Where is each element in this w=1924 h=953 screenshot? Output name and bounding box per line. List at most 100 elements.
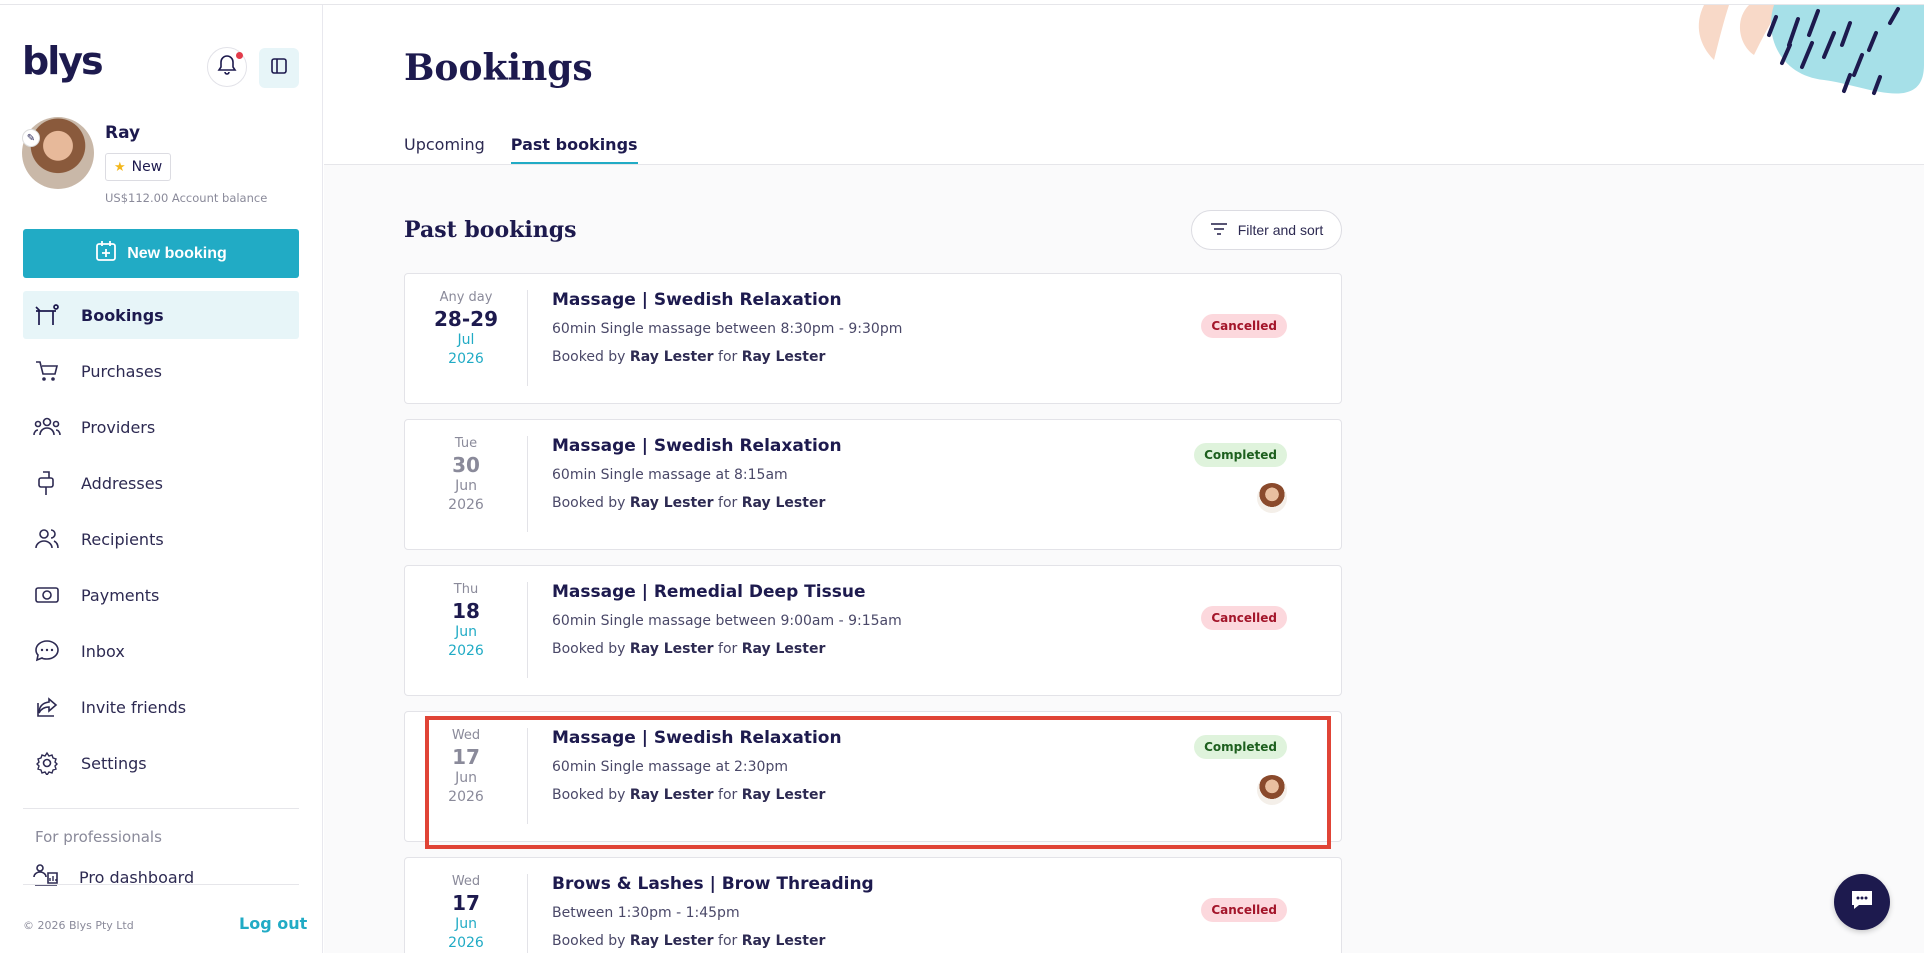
status-badge: Completed — [1194, 443, 1287, 467]
dashboard-icon — [33, 863, 59, 891]
for-word: for — [718, 933, 738, 949]
booking-dow: Any day — [439, 290, 493, 305]
sidebar-item-payments[interactable]: Payments — [23, 571, 299, 619]
booked-by-name: Ray Lester — [629, 349, 714, 365]
logout-link[interactable]: Log out — [239, 914, 307, 933]
booking-month: Jul — [457, 332, 475, 348]
sidebar-item-label: Settings — [81, 753, 147, 773]
booking-detail: 60min Single massage between 9:00am - 9:… — [552, 613, 902, 629]
booking-detail: Between 1:30pm - 1:45pm — [552, 905, 740, 921]
card-divider — [527, 436, 528, 532]
sidebar-item-providers[interactable]: Providers — [23, 403, 299, 451]
new-booking-button[interactable]: New booking — [23, 229, 299, 278]
sidebar-item-pro-dashboard[interactable]: Pro dashboard — [33, 863, 194, 891]
chat-support-button[interactable] — [1834, 874, 1890, 930]
sidebar-item-invite-friends[interactable]: Invite friends — [23, 683, 299, 731]
booking-year: 2026 — [448, 789, 484, 805]
booking-card[interactable]: Tue 30 Jun 2026 Massage | Swedish Relaxa… — [404, 419, 1342, 550]
booking-title: Massage | Swedish Relaxation — [552, 290, 842, 310]
for-word: for — [718, 349, 738, 365]
card-divider — [527, 582, 528, 678]
booking-day: 17 — [452, 891, 480, 915]
for-professionals-heading: For professionals — [35, 828, 162, 846]
copyright: © 2026 Blys Pty Ltd — [23, 919, 134, 932]
for-word: for — [718, 495, 738, 511]
booked-by-name: Ray Lester — [629, 787, 714, 803]
booking-month: Jun — [455, 624, 477, 640]
user-tier-label: New — [131, 159, 163, 175]
tab-upcoming[interactable]: Upcoming — [404, 135, 485, 165]
collapse-sidebar-button[interactable] — [259, 48, 299, 88]
for-word: for — [718, 787, 738, 803]
sidebar-toggle-icon — [270, 57, 288, 79]
booking-title: Brows & Lashes | Brow Threading — [552, 874, 874, 894]
sidebar: blys ✎ Ray ★ New US$112.00 Account balan… — [0, 5, 323, 953]
filter-and-sort-button[interactable]: Filter and sort — [1191, 210, 1342, 250]
sidebar-item-addresses[interactable]: Addresses — [23, 459, 299, 507]
sidebar-item-label: Inbox — [81, 641, 125, 661]
chat-icon — [1849, 888, 1875, 916]
notification-dot — [236, 52, 243, 59]
booking-date: Tue 30 Jun 2026 — [405, 436, 527, 515]
sidebar-item-label: Recipients — [81, 529, 164, 549]
provider-avatar[interactable] — [1257, 483, 1287, 513]
calendar-plus-icon — [95, 240, 117, 267]
booking-card[interactable]: Wed 17 Jun 2026 Massage | Swedish Relaxa… — [404, 711, 1342, 842]
booking-title: Massage | Swedish Relaxation — [552, 436, 842, 456]
booking-date: Thu 18 Jun 2026 — [405, 582, 527, 661]
booked-by-name: Ray Lester — [629, 933, 714, 949]
booking-dow: Wed — [451, 728, 481, 743]
booking-card[interactable]: Any day 28-29 Jul 2026 Massage | Swedish… — [404, 273, 1342, 404]
sidebar-item-settings[interactable]: Settings — [23, 739, 299, 787]
booked-by: Booked by Ray Lester for Ray Lester — [552, 787, 825, 803]
booking-detail: 60min Single massage between 8:30pm - 9:… — [552, 321, 903, 337]
booking-card[interactable]: Wed 17 Jun 2026 Brows & Lashes | Brow Th… — [404, 857, 1342, 953]
sidebar-item-bookings[interactable]: Bookings — [23, 291, 299, 339]
sidebar-item-label: Payments — [81, 585, 160, 605]
booked-by-prefix: Booked by — [552, 787, 626, 803]
booked-by-name: Ray Lester — [629, 495, 714, 511]
new-booking-label: New booking — [127, 244, 227, 262]
booking-month: Jun — [455, 478, 477, 494]
booked-by: Booked by Ray Lester for Ray Lester — [552, 933, 825, 949]
booked-by-name: Ray Lester — [629, 641, 714, 657]
chat-bubble-icon — [33, 637, 61, 665]
tab-past-bookings[interactable]: Past bookings — [510, 135, 638, 165]
booked-by-prefix: Booked by — [552, 349, 626, 365]
booking-day: 17 — [452, 745, 480, 769]
booking-detail: 60min Single massage at 8:15am — [552, 467, 788, 483]
filter-label: Filter and sort — [1237, 222, 1324, 238]
decorative-pattern — [1698, 5, 1924, 95]
sidebar-item-purchases[interactable]: Purchases — [23, 347, 299, 395]
notifications-button[interactable] — [207, 47, 247, 87]
booked-by-prefix: Booked by — [552, 933, 626, 949]
recipient-name: Ray Lester — [741, 641, 826, 657]
card-divider — [527, 728, 528, 824]
cart-icon — [33, 357, 61, 385]
card-divider — [527, 874, 528, 953]
booking-date: Wed 17 Jun 2026 — [405, 728, 527, 807]
cash-icon — [33, 581, 61, 609]
sidebar-item-label: Purchases — [81, 361, 162, 381]
provider-avatar[interactable] — [1257, 775, 1287, 805]
booking-title: Massage | Remedial Deep Tissue — [552, 582, 866, 602]
gear-icon — [33, 749, 61, 777]
card-divider — [527, 290, 528, 386]
booking-dow: Wed — [451, 874, 481, 889]
edit-avatar-icon[interactable]: ✎ — [22, 129, 40, 147]
status-badge: Cancelled — [1201, 606, 1287, 630]
sidebar-item-label: Addresses — [81, 473, 163, 493]
booked-by: Booked by Ray Lester for Ray Lester — [552, 641, 825, 657]
sidebar-item-inbox[interactable]: Inbox — [23, 627, 299, 675]
user-name: Ray — [105, 123, 141, 143]
booking-card[interactable]: Thu 18 Jun 2026 Massage | Remedial Deep … — [404, 565, 1342, 696]
recipient-name: Ray Lester — [741, 495, 826, 511]
user-tier-badge: ★ New — [105, 153, 172, 181]
blys-logo[interactable]: blys — [22, 39, 104, 83]
account-balance: US$112.00 Account balance — [105, 191, 268, 205]
avatar[interactable] — [22, 117, 94, 189]
booked-by: Booked by Ray Lester for Ray Lester — [552, 495, 825, 511]
sidebar-nav: Bookings Purchases Providers Addresses R… — [23, 291, 299, 795]
group-icon — [33, 413, 61, 441]
sidebar-item-recipients[interactable]: Recipients — [23, 515, 299, 563]
